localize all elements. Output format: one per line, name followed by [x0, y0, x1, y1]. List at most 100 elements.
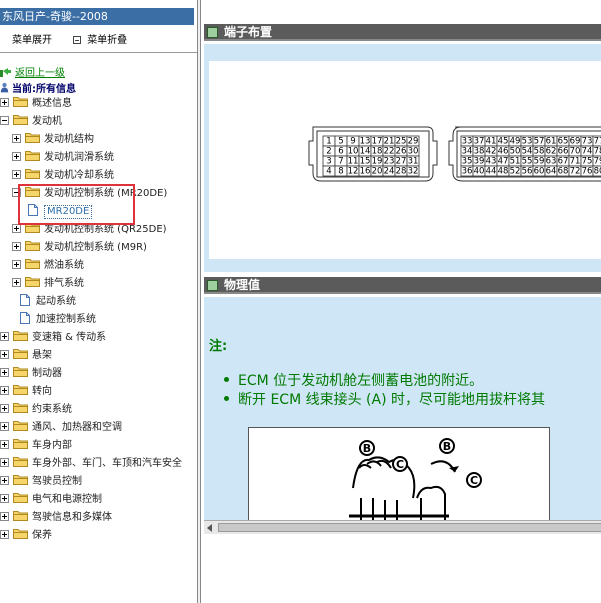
- expand-node-icon[interactable]: [0, 458, 9, 467]
- horizontal-scrollbar[interactable]: [204, 520, 601, 534]
- expand-node-icon[interactable]: [0, 332, 9, 341]
- tree-item-page[interactable]: 起动系统: [20, 294, 76, 310]
- folder-icon: [13, 97, 28, 107]
- folder-icon: [13, 403, 28, 413]
- expand-node-icon[interactable]: [12, 242, 21, 251]
- tree-item-folder[interactable]: 车身外部、车门、车顶和汽车安全: [0, 456, 182, 472]
- tree-item-label: 发动机控制系统 (M9R): [44, 242, 147, 253]
- expand-node-icon[interactable]: [0, 440, 9, 449]
- tree-item-label: 驾驶信息和多媒体: [32, 512, 112, 523]
- connector-pin-number: 44: [486, 167, 497, 177]
- tree-item-folder[interactable]: 驾驶员控制: [0, 474, 82, 490]
- menu-collapse-button[interactable]: 菜单折叠: [73, 31, 127, 46]
- expand-node-icon[interactable]: [12, 278, 21, 287]
- connector-pin-number: 17: [372, 137, 383, 147]
- tree-item-folder[interactable]: 电气和电源控制: [0, 492, 102, 508]
- connector-pin-number: 6: [338, 147, 343, 157]
- tree-item-label: 燃油系统: [44, 260, 84, 271]
- expand-node-icon[interactable]: [0, 476, 9, 485]
- connector-pin-number: 28: [396, 167, 407, 177]
- note-bullet: 断开 ECM 线束接头 (A) 时，尽可能地用拔杆将其: [224, 389, 545, 409]
- connector-pin-number: 60: [534, 167, 545, 177]
- back-link[interactable]: 返回上一级: [15, 68, 65, 79]
- expand-node-icon[interactable]: [0, 98, 9, 107]
- connector-pin-number: 5: [338, 137, 343, 147]
- physical-values-panel: 注: ECM 位于发动机舱左侧蓄电池的附近。 断开 ECM 线束接头 (A) 时…: [204, 297, 601, 520]
- connector-pin-number: 74: [582, 147, 593, 157]
- tree-item-folder[interactable]: 约束系统: [0, 402, 72, 418]
- tree-item-folder[interactable]: 驾驶信息和多媒体: [0, 510, 112, 526]
- connector-pin-number: 69: [570, 137, 581, 147]
- tree-item-folder[interactable]: 概述信息: [0, 96, 72, 112]
- tree-item-label: 发动机冷却系统: [44, 170, 114, 181]
- tree-item-folder[interactable]: 保养: [0, 528, 52, 544]
- tree-item-label: 约束系统: [32, 404, 72, 415]
- connector-pin-number: 59: [534, 157, 545, 167]
- document-icon: [20, 294, 30, 306]
- tree-item-folder[interactable]: 发动机润滑系统: [12, 150, 114, 166]
- expand-node-icon[interactable]: [0, 422, 9, 431]
- expand-node-icon[interactable]: [0, 530, 9, 539]
- section-header-terminal-layout: 端子布置: [204, 24, 601, 41]
- expand-node-icon[interactable]: [12, 170, 21, 179]
- expand-node-icon[interactable]: [12, 134, 21, 143]
- connector-pin-number: 33: [462, 137, 473, 147]
- expand-node-icon[interactable]: [12, 260, 21, 269]
- scroll-thumb[interactable]: [218, 523, 601, 532]
- connector-pin-number: 26: [396, 147, 407, 157]
- expand-node-icon[interactable]: [12, 224, 21, 233]
- connector-pin-number: 12: [348, 167, 359, 177]
- collapse-node-icon[interactable]: [0, 116, 9, 125]
- connector-pin-number: 66: [558, 147, 569, 157]
- expand-node-icon[interactable]: [12, 152, 21, 161]
- connector-pin-number: 37: [474, 137, 485, 147]
- tree-item-folder[interactable]: 发动机控制系统 (M9R): [12, 240, 147, 256]
- tree-item-folder[interactable]: 悬架: [0, 348, 52, 364]
- tree-item-folder[interactable]: 制动器: [0, 366, 62, 382]
- tree-item-folder[interactable]: 发动机结构: [12, 132, 94, 148]
- tree-item-folder[interactable]: 转向: [0, 384, 52, 400]
- folder-icon: [13, 493, 28, 503]
- connector-pin-number: 24: [384, 167, 395, 177]
- tree-item-folder[interactable]: 发动机冷却系统: [12, 168, 114, 184]
- note-label: 注:: [209, 339, 228, 354]
- tree-item-folder[interactable]: 发动机: [0, 114, 62, 130]
- back-arrow-icon: [0, 68, 11, 77]
- connector-pin-number: 57: [534, 137, 545, 147]
- tree-item-folder[interactable]: 排气系统: [12, 276, 84, 292]
- back-link-row[interactable]: 返回上一级: [0, 64, 65, 79]
- tree-item-folder[interactable]: 燃油系统: [12, 258, 84, 274]
- connector-pin-number: 7: [338, 157, 343, 167]
- callout-letter: C: [396, 458, 404, 471]
- connector-pin-number: 29: [408, 137, 419, 147]
- tree-item-label: 概述信息: [32, 98, 72, 109]
- tree-item-label: 变速箱 & 传动系: [32, 332, 107, 343]
- connector-pin-number: 23: [384, 157, 395, 167]
- folder-icon: [13, 115, 28, 125]
- tree-item-folder[interactable]: 车身内部: [0, 438, 72, 454]
- expand-node-icon[interactable]: [0, 386, 9, 395]
- connector-pin-number: 61: [546, 137, 557, 147]
- expand-node-icon[interactable]: [0, 350, 9, 359]
- tree-item-folder[interactable]: 变速箱 & 传动系: [0, 330, 106, 346]
- connector-pin-number: 35: [462, 157, 473, 167]
- connector-pin-number: 40: [474, 167, 485, 177]
- tree-item-label: 驾驶员控制: [32, 476, 82, 487]
- connector-pin-number: 42: [486, 147, 497, 157]
- tree-item-folder[interactable]: 通风、加热器和空调: [0, 420, 122, 436]
- expand-node-icon[interactable]: [0, 512, 9, 521]
- expand-node-icon[interactable]: [0, 404, 9, 413]
- connector-pin-number: 65: [558, 137, 569, 147]
- content-pane: 端子布置 1 5 9 13 17 21 25 29 2 6 10 14 18 22 26 30 3 7 11 15 19…: [201, 0, 601, 603]
- tree-item-page[interactable]: 加速控制系统: [20, 312, 96, 328]
- scroll-left-icon[interactable]: [207, 524, 212, 532]
- expand-node-icon[interactable]: [0, 494, 9, 503]
- menu-expand-button[interactable]: 菜单展开: [0, 31, 52, 46]
- folder-icon: [13, 457, 28, 467]
- connector-pin-number: 2: [326, 147, 331, 157]
- connector-pin-number: 21: [384, 137, 395, 147]
- tree-item-label: 通风、加热器和空调: [32, 422, 122, 433]
- expand-node-icon[interactable]: [0, 368, 9, 377]
- tree-item-label: 发动机结构: [44, 134, 94, 145]
- connector-pin-number: 75: [582, 157, 593, 167]
